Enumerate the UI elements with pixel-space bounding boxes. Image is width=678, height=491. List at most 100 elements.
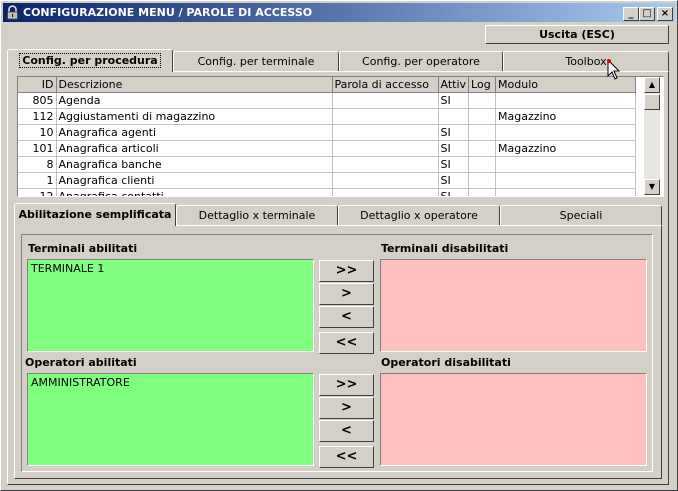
cell-log bbox=[468, 92, 497, 109]
list-item[interactable]: AMMINISTRATORE bbox=[31, 376, 310, 389]
minimize-button[interactable]: _ bbox=[623, 7, 639, 21]
cell-parola[interactable] bbox=[332, 108, 439, 125]
close-button[interactable]: × bbox=[657, 7, 673, 21]
col-header-log[interactable]: Log bbox=[468, 77, 497, 93]
table-row[interactable]: 112 Aggiustamenti di magazzino Magazzino bbox=[18, 108, 637, 125]
window-title: CONFIGURAZIONE MENU / PAROLE DI ACCESSO bbox=[23, 6, 313, 19]
operator-move-right-button[interactable]: > bbox=[319, 397, 374, 419]
operatori-disabilitati-list[interactable] bbox=[380, 373, 647, 466]
cell-descrizione: Anagrafica contatti bbox=[56, 188, 333, 196]
cell-attiv: SI bbox=[438, 92, 470, 109]
operator-move-all-left-button[interactable]: << bbox=[319, 446, 374, 468]
tab-toolbox[interactable]: Toolbox bbox=[503, 51, 669, 72]
cell-parola[interactable] bbox=[332, 92, 439, 109]
cell-modulo: Magazzino bbox=[495, 140, 637, 157]
tab-dettaglio-terminale[interactable]: Dettaglio x terminale bbox=[176, 205, 338, 226]
cell-descrizione: Anagrafica agenti bbox=[56, 124, 333, 141]
cell-descrizione: Anagrafica articoli bbox=[56, 140, 333, 157]
cell-log bbox=[468, 140, 497, 157]
cell-descrizione: Agenda bbox=[56, 92, 333, 109]
col-header-descrizione[interactable]: Descrizione bbox=[56, 77, 333, 93]
cell-attiv: SI bbox=[438, 124, 470, 141]
cell-id: 805 bbox=[18, 92, 57, 109]
terminali-abilitati-label: Terminali abilitati bbox=[28, 242, 138, 255]
grid-header-row: ID Descrizione Parola di accesso Attiv L… bbox=[18, 77, 637, 93]
cell-attiv bbox=[438, 108, 470, 125]
cell-log bbox=[468, 188, 497, 196]
operatori-abilitati-list[interactable]: AMMINISTRATORE bbox=[27, 373, 314, 466]
cell-id: 10 bbox=[18, 124, 57, 141]
terminal-move-all-left-button[interactable]: << bbox=[319, 332, 374, 354]
title-bar[interactable]: CONFIGURAZIONE MENU / PAROLE DI ACCESSO … bbox=[3, 3, 675, 22]
tab-label: Config. per procedura bbox=[19, 53, 161, 68]
cell-attiv: SI bbox=[438, 140, 470, 157]
cell-parola[interactable] bbox=[332, 188, 439, 196]
tab-config-operatore[interactable]: Config. per operatore bbox=[339, 51, 503, 72]
cell-id: 1 bbox=[18, 172, 57, 189]
terminal-move-all-right-button[interactable]: >> bbox=[319, 260, 374, 282]
cell-log bbox=[468, 156, 497, 173]
minimize-icon: _ bbox=[628, 8, 634, 19]
tab-config-terminale[interactable]: Config. per terminale bbox=[173, 51, 339, 72]
procedures-grid[interactable]: ID Descrizione Parola di accesso Attiv L… bbox=[17, 76, 664, 197]
terminali-disabilitati-list[interactable] bbox=[380, 259, 647, 352]
col-header-parola[interactable]: Parola di accesso bbox=[332, 77, 439, 93]
cell-attiv: SI bbox=[438, 172, 470, 189]
arrow-down-icon: ▼ bbox=[648, 182, 656, 191]
cell-attiv: SI bbox=[438, 156, 470, 173]
arrow-up-icon: ▲ bbox=[648, 80, 656, 89]
cell-id: 112 bbox=[18, 108, 57, 125]
cell-modulo bbox=[495, 124, 637, 141]
cell-parola[interactable] bbox=[332, 124, 439, 141]
table-row[interactable]: 1 Anagrafica clienti SI bbox=[18, 172, 637, 189]
table-row[interactable]: 12 Anagrafica contatti SI bbox=[18, 188, 637, 196]
cell-descrizione: Aggiustamenti di magazzino bbox=[56, 108, 333, 125]
cell-attiv: SI bbox=[438, 188, 470, 196]
operatori-abilitati-label: Operatori abilitati bbox=[25, 356, 137, 369]
cell-descrizione: Anagrafica banche bbox=[56, 156, 333, 173]
cell-modulo bbox=[495, 92, 637, 109]
cell-log bbox=[468, 172, 497, 189]
terminal-move-right-button[interactable]: > bbox=[319, 283, 374, 305]
table-row[interactable]: 101 Anagrafica articoli SI Magazzino bbox=[18, 140, 637, 157]
cell-modulo: Magazzino bbox=[495, 108, 637, 125]
list-item[interactable]: TERMINALE 1 bbox=[31, 262, 310, 275]
scroll-up-button[interactable]: ▲ bbox=[644, 77, 660, 93]
cell-id: 8 bbox=[18, 156, 57, 173]
cell-parola[interactable] bbox=[332, 156, 439, 173]
cell-log bbox=[468, 108, 497, 125]
cell-descrizione: Anagrafica clienti bbox=[56, 172, 333, 189]
exit-button[interactable]: Uscita (ESC) bbox=[485, 25, 669, 44]
terminal-move-left-button[interactable]: < bbox=[319, 306, 374, 328]
cell-parola[interactable] bbox=[332, 172, 439, 189]
tab-speciali[interactable]: Speciali bbox=[500, 205, 662, 226]
cell-modulo bbox=[495, 188, 637, 196]
tab-abilitazione-semplificata[interactable]: Abilitazione semplificata bbox=[14, 203, 176, 226]
operatori-disabilitati-label: Operatori disabilitati bbox=[381, 356, 511, 369]
grid-vertical-scrollbar[interactable]: ▲ ▼ bbox=[644, 77, 660, 195]
cell-modulo bbox=[495, 156, 637, 173]
col-header-attiv[interactable]: Attiv bbox=[438, 77, 470, 93]
main-window: CONFIGURAZIONE MENU / PAROLE DI ACCESSO … bbox=[0, 0, 678, 491]
tab-dettaglio-operatore[interactable]: Dettaglio x operatore bbox=[338, 205, 500, 226]
cell-parola[interactable] bbox=[332, 140, 439, 157]
col-header-id[interactable]: ID bbox=[18, 77, 57, 93]
scroll-thumb[interactable] bbox=[644, 94, 660, 110]
maximize-button[interactable]: □ bbox=[639, 7, 655, 21]
cell-log bbox=[468, 124, 497, 141]
terminali-disabilitati-label: Terminali disabilitati bbox=[381, 242, 509, 255]
tab-config-procedura[interactable]: Config. per procedura bbox=[7, 49, 173, 72]
operator-move-left-button[interactable]: < bbox=[319, 420, 374, 442]
terminali-abilitati-list[interactable]: TERMINALE 1 bbox=[27, 259, 314, 352]
operator-move-all-right-button[interactable]: >> bbox=[319, 374, 374, 396]
mouse-cursor-icon bbox=[607, 59, 621, 80]
table-row[interactable]: 805 Agenda SI bbox=[18, 92, 637, 109]
scroll-down-button[interactable]: ▼ bbox=[644, 179, 660, 195]
table-row[interactable]: 10 Anagrafica agenti SI bbox=[18, 124, 637, 141]
cell-modulo bbox=[495, 172, 637, 189]
lock-icon bbox=[7, 5, 18, 20]
table-row[interactable]: 8 Anagrafica banche SI bbox=[18, 156, 637, 173]
close-icon: × bbox=[660, 8, 670, 19]
cell-id: 12 bbox=[18, 188, 57, 196]
cell-id: 101 bbox=[18, 140, 57, 157]
